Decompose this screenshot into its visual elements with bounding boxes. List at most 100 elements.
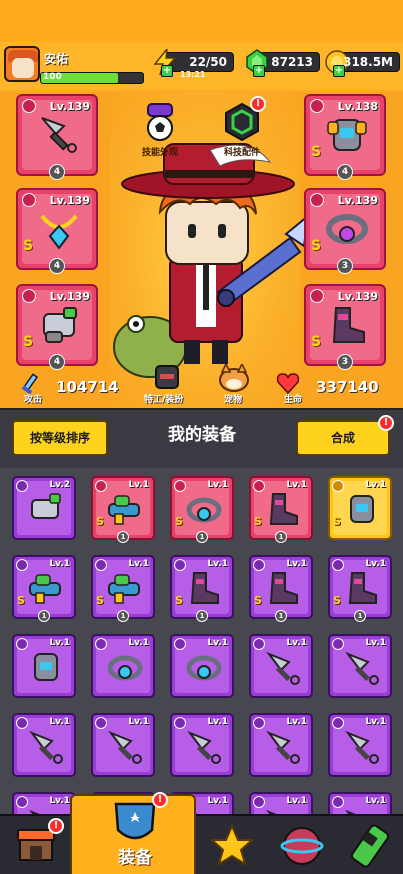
- item-count: 1: [38, 610, 50, 622]
- add-energy-button[interactable]: +: [161, 65, 173, 77]
- inventory-item[interactable]: Lv.1 S 1: [91, 555, 155, 622]
- energy-counter[interactable]: + 22/50: [153, 49, 234, 77]
- item-level: Lv.1: [286, 559, 307, 569]
- s-rank-mark: S: [96, 594, 104, 607]
- inventory-item[interactable]: Lv.1 S: [328, 476, 392, 540]
- lab-tab[interactable]: [338, 816, 402, 874]
- item-type-icon: [16, 559, 28, 571]
- kunai-icon: [266, 651, 300, 685]
- inventory-item[interactable]: Lv.1: [170, 713, 234, 777]
- boots-icon: [190, 572, 219, 604]
- s-rank-mark: S: [17, 594, 25, 607]
- s-rank-mark: S: [23, 334, 34, 350]
- pet-icon[interactable]: [218, 364, 250, 392]
- inventory-item[interactable]: Lv.1: [12, 713, 76, 777]
- belt-type-icon: [310, 193, 324, 207]
- inventory-item[interactable]: Lv.1: [12, 792, 76, 814]
- player-name: 安佑: [44, 52, 69, 66]
- talent-tab[interactable]: [200, 816, 264, 874]
- equipment-badge: !: [152, 792, 168, 808]
- item-count: 1: [196, 610, 208, 622]
- inventory-item[interactable]: Lv.1: [249, 792, 313, 814]
- armor-icon: [350, 495, 374, 523]
- star-count: 3: [337, 354, 353, 370]
- equip-slot-necklace[interactable]: Lv.139 S 4: [16, 188, 98, 274]
- heart-icon: [276, 373, 300, 394]
- item-level: Lv.1: [207, 480, 228, 490]
- inventory-grid: Lv.2 Lv.1 S 1 Lv.1 S 1 Lv.1 S 1 Lv.1 S Lv.1 S 1 Lv.1 S 1 L…: [0, 468, 403, 814]
- item-type-icon: [95, 559, 107, 571]
- item-type-icon: [174, 480, 186, 492]
- inventory-item[interactable]: Lv.1 S 1: [170, 555, 234, 622]
- capsule-icon: [350, 824, 390, 868]
- inventory-item[interactable]: Lv.1 S 1: [328, 555, 392, 622]
- s-rank-mark: S: [333, 594, 341, 607]
- inventory-item[interactable]: Lv.1: [91, 713, 155, 777]
- inventory-item[interactable]: Lv.1 S 1: [12, 555, 76, 622]
- add-gems-button[interactable]: +: [253, 65, 265, 77]
- merge-button[interactable]: 合成: [296, 420, 390, 456]
- coins-value: 318.5M: [343, 55, 393, 69]
- inventory-item[interactable]: Lv.1: [170, 634, 234, 698]
- boots-icon: [348, 572, 377, 604]
- sort-by-level-button[interactable]: 按等级排序: [12, 420, 108, 456]
- hero-character[interactable]: [100, 142, 310, 382]
- equip-slot-boots[interactable]: Lv.139 S 3: [304, 284, 386, 370]
- item-count: 1: [117, 610, 129, 622]
- item-count: 1: [196, 531, 208, 543]
- item-type-icon: [253, 638, 265, 650]
- inventory-item[interactable]: Lv.1 S 1: [91, 476, 155, 543]
- gun-icon: [108, 574, 140, 604]
- inventory-item[interactable]: Lv.2: [12, 476, 76, 540]
- hero-panel: 技能外观 ! 科技配件 Lv.139 4 Lv.139 S 4 Lv.139 S…: [0, 92, 403, 408]
- s-rank-mark: S: [96, 515, 104, 528]
- inventory-item[interactable]: Lv.1: [328, 792, 392, 814]
- boots-type-icon: [310, 289, 324, 303]
- gems-counter[interactable]: + 87213: [246, 49, 320, 77]
- necklace-icon: [40, 214, 78, 250]
- star-count: 4: [49, 354, 65, 370]
- inventory-item[interactable]: Lv.1: [249, 713, 313, 777]
- avatar[interactable]: [4, 46, 40, 82]
- boots-icon: [269, 572, 298, 604]
- item-type-icon: [332, 559, 344, 571]
- coins-counter[interactable]: + 318.5M: [325, 50, 400, 77]
- energy-value: 22/50: [189, 55, 227, 69]
- inventory-item[interactable]: Lv.1 S 1: [249, 555, 313, 622]
- item-type-icon: [253, 559, 265, 571]
- item-type-icon: [16, 717, 28, 729]
- inventory-item[interactable]: Lv.1 S 1: [170, 476, 234, 543]
- inventory-item[interactable]: Lv.1: [91, 634, 155, 698]
- agent-label: 特工/装扮: [144, 395, 184, 405]
- item-level: Lv.1: [365, 638, 386, 648]
- attack-value: 104714: [56, 378, 119, 396]
- equip-slot-gloves[interactable]: Lv.139 S 4: [16, 284, 98, 370]
- inventory-item[interactable]: Lv.1: [328, 713, 392, 777]
- inventory-item[interactable]: Lv.1 S 1: [249, 476, 313, 543]
- agent-icon[interactable]: [152, 364, 182, 390]
- equip-slot-belt[interactable]: Lv.139 S 3: [304, 188, 386, 274]
- kunai-icon: [345, 651, 379, 685]
- skill-skin-icon[interactable]: [140, 102, 180, 142]
- inventory-item[interactable]: Lv.1: [249, 634, 313, 698]
- armor-icon: [327, 119, 367, 151]
- equip-slot-armor[interactable]: Lv.138 S 4: [304, 94, 386, 180]
- gloves-type-icon: [22, 289, 36, 303]
- belt-icon: [186, 497, 222, 523]
- item-type-icon: [16, 480, 28, 492]
- inventory-item[interactable]: Lv.1: [12, 634, 76, 698]
- equip-level: Lv.138: [337, 100, 378, 113]
- item-level: Lv.1: [128, 559, 149, 569]
- planet-tab[interactable]: [272, 816, 336, 874]
- s-rank-mark: S: [175, 515, 183, 528]
- kunai-icon: [108, 730, 142, 764]
- equipment-tab[interactable]: ! 装备: [70, 792, 196, 874]
- kunai-icon: [266, 730, 300, 764]
- energy-timer: 13:21: [180, 70, 206, 79]
- equip-slot-weapon[interactable]: Lv.139 4: [16, 94, 98, 180]
- inventory-item[interactable]: Lv.1: [328, 634, 392, 698]
- item-level: Lv.1: [365, 559, 386, 569]
- equip-level: Lv.139: [49, 100, 90, 113]
- star-icon: [210, 824, 254, 867]
- shop-tab[interactable]: !: [4, 816, 68, 874]
